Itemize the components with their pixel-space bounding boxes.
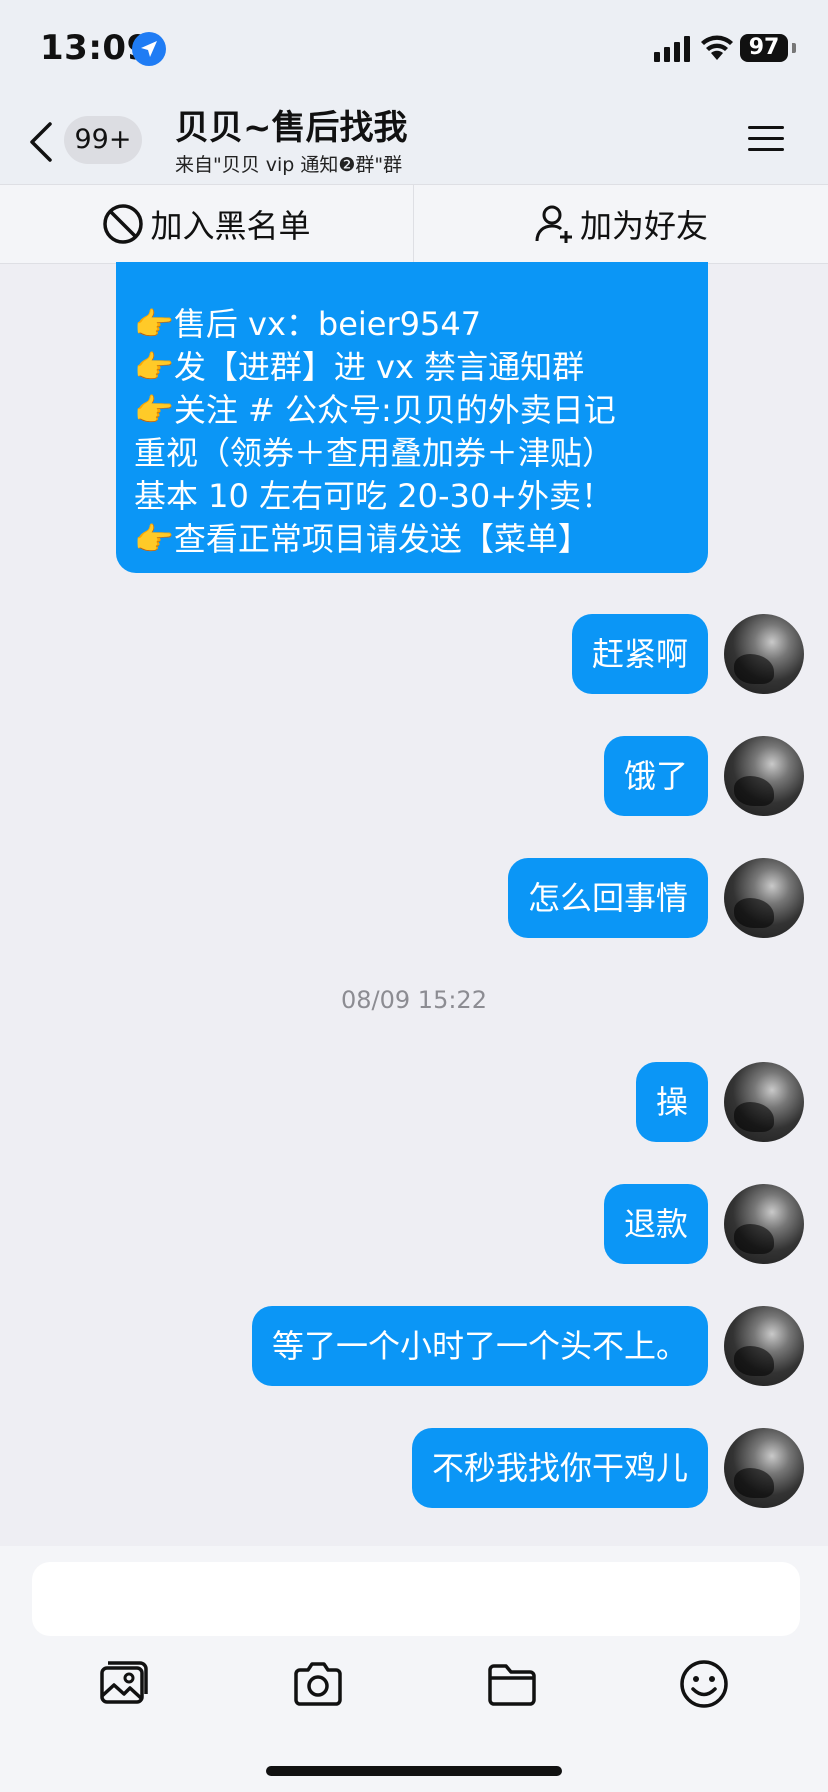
home-indicator[interactable] [266,1766,562,1776]
message-text: 怎么回事情 [527,879,688,917]
avatar[interactable] [724,1062,804,1142]
camera-icon[interactable] [290,1656,346,1712]
message-text: 退款 [623,1205,688,1243]
outgoing-message-bubble[interactable]: 饿了 [603,736,708,816]
add-friend-label: 加为好友 [579,207,708,245]
status-bar: 13:09 97 [0,0,828,100]
outgoing-message-bubble[interactable]: 赶紧啊 [571,614,708,694]
message-text: 不秒我找你干鸡儿 [431,1449,688,1487]
battery-indicator: 97 [740,34,788,62]
block-icon [103,204,144,244]
message-line: 👉关注 # 公众号:贝贝的外卖日记 [134,391,616,429]
avatar[interactable] [724,858,804,938]
composer-panel [0,1546,828,1792]
image-icon[interactable] [96,1656,152,1712]
message-text: 赶紧啊 [591,635,688,673]
avatar[interactable] [724,1184,804,1264]
add-user-icon [535,205,572,243]
message-input[interactable] [32,1562,800,1636]
message-line: 👉发【进群】进 vx 禁言通知群 [134,348,585,386]
outgoing-message-bubble[interactable]: 操 [635,1062,708,1142]
avatar[interactable] [724,614,804,694]
outgoing-message-bubble[interactable]: 等了一个小时了一个头不上。 [251,1306,708,1386]
message-line: 基本 10 左右可吃 20-30+外卖！ [134,477,614,515]
wifi-icon [701,35,733,60]
cellular-signal-icon [654,36,690,62]
outgoing-message-bubble[interactable]: 退款 [603,1184,708,1264]
outgoing-message-bubble[interactable]: 不秒我找你干鸡儿 [411,1428,708,1508]
chat-header: 99+ 贝贝~售后找我 来自"贝贝 vip 通知❷群"群 [0,100,828,184]
menu-icon[interactable] [748,124,784,154]
avatar[interactable] [724,1306,804,1386]
outgoing-message-bubble[interactable]: 怎么回事情 [507,858,708,938]
chat-title: 贝贝~售后找我 [175,108,408,148]
emoji-icon[interactable] [676,1656,732,1712]
message-text: 等了一个小时了一个头不上。 [271,1327,688,1365]
add-to-blacklist-button[interactable]: 加入黑名单 [0,185,413,263]
action-bar: 加入黑名单 加为好友 [0,184,828,264]
folder-icon[interactable] [484,1656,540,1712]
avatar[interactable] [724,736,804,816]
message-timestamp: 08/09 15:22 [341,986,487,1014]
incoming-message-bubble[interactable]: 👉售后 vx：beier9547 👉发【进群】进 vx 禁言通知群 👉关注 # … [116,262,708,573]
message-line: 👉查看正常项目请发送【菜单】 [134,520,590,558]
message-line: 👉售后 vx：beier9547 [134,305,482,343]
location-arrow-icon [132,32,166,66]
add-friend-button[interactable]: 加为好友 [414,185,828,263]
avatar[interactable] [724,1428,804,1508]
unread-count-badge[interactable]: 99+ [64,116,142,164]
chat-subtitle: 来自"贝贝 vip 通知❷群"群 [175,154,403,176]
message-text: 操 [655,1083,688,1121]
message-line: 重视（领券＋查用叠加券＋津贴） [134,434,615,472]
blacklist-label: 加入黑名单 [150,207,311,245]
battery-cap [792,43,796,53]
back-chevron-icon[interactable] [28,120,54,164]
message-text: 饿了 [623,757,688,795]
